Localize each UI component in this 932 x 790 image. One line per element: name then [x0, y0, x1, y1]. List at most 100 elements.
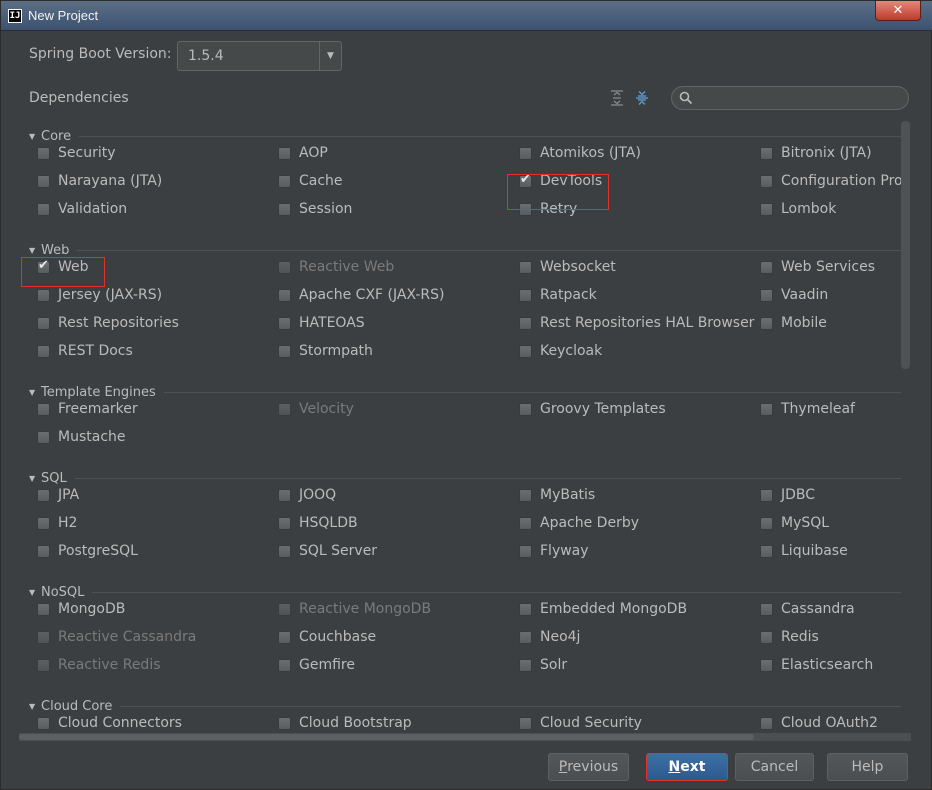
checkbox[interactable]	[278, 146, 291, 160]
checkbox[interactable]	[278, 516, 291, 530]
chevron-down-icon[interactable]: ▼	[29, 474, 41, 483]
dependency-checkbox-solr[interactable]: Solr	[519, 654, 567, 676]
chevron-down-icon[interactable]: ▼	[29, 132, 41, 141]
dependency-checkbox-elasticsearch[interactable]: Elasticsearch	[760, 654, 873, 676]
collapse-all-icon[interactable]	[634, 89, 650, 107]
dependency-checkbox-sql-server[interactable]: SQL Server	[278, 540, 377, 562]
dependency-checkbox-hateoas[interactable]: HATEOAS	[278, 312, 365, 334]
dependency-checkbox-redis[interactable]: Redis	[760, 626, 819, 648]
checkbox[interactable]	[37, 146, 50, 160]
dependency-checkbox-reactive-mongodb[interactable]: Reactive MongoDB	[278, 598, 431, 620]
dependency-checkbox-velocity[interactable]: Velocity	[278, 398, 354, 420]
dependency-checkbox-h2[interactable]: H2	[37, 512, 77, 534]
dependency-checkbox-jdbc[interactable]: JDBC	[760, 484, 815, 506]
next-button[interactable]: Next	[646, 753, 728, 781]
checkbox[interactable]	[519, 146, 532, 160]
title-bar[interactable]: IJ New Project ✕	[1, 1, 932, 31]
checkbox[interactable]	[278, 716, 291, 730]
expand-all-icon[interactable]	[609, 89, 625, 107]
checkbox[interactable]	[37, 516, 50, 530]
horizontal-scrollbar-thumb[interactable]	[19, 734, 754, 740]
checkbox[interactable]	[519, 630, 532, 644]
checkbox[interactable]	[37, 544, 50, 558]
dependency-checkbox-cassandra[interactable]: Cassandra	[760, 598, 855, 620]
dependency-checkbox-flyway[interactable]: Flyway	[519, 540, 589, 562]
vertical-scrollbar[interactable]	[901, 121, 910, 369]
dependency-checkbox-reactive-redis[interactable]: Reactive Redis	[37, 654, 161, 676]
checkbox[interactable]	[519, 516, 532, 530]
dependency-checkbox-bitronix-jta[interactable]: Bitronix (JTA)	[760, 142, 872, 164]
checkbox[interactable]	[37, 174, 50, 188]
dependency-checkbox-cloud-oauth2[interactable]: Cloud OAuth2	[760, 712, 878, 734]
checkbox[interactable]	[519, 344, 532, 358]
checkbox[interactable]	[760, 544, 773, 558]
checkbox[interactable]	[37, 202, 50, 216]
checkbox[interactable]	[278, 658, 291, 672]
chevron-down-icon[interactable]: ▼	[319, 42, 341, 70]
checkbox[interactable]	[760, 716, 773, 730]
checkbox[interactable]	[519, 602, 532, 616]
spring-boot-version-select[interactable]: 1.5.4 ▼	[177, 41, 342, 71]
checkbox[interactable]	[760, 516, 773, 530]
checkbox[interactable]	[278, 316, 291, 330]
dependency-checkbox-validation[interactable]: Validation	[37, 198, 127, 220]
checkbox[interactable]	[278, 488, 291, 502]
dependency-checkbox-vaadin[interactable]: Vaadin	[760, 284, 828, 306]
checkbox[interactable]	[519, 716, 532, 730]
checkbox[interactable]	[760, 288, 773, 302]
checkbox[interactable]	[760, 402, 773, 416]
chevron-down-icon[interactable]: ▼	[29, 702, 41, 711]
dependency-checkbox-mysql[interactable]: MySQL	[760, 512, 829, 534]
checkbox[interactable]	[519, 488, 532, 502]
dependency-checkbox-freemarker[interactable]: Freemarker	[37, 398, 138, 420]
checkbox[interactable]	[37, 288, 50, 302]
checkbox[interactable]	[760, 630, 773, 644]
chevron-down-icon[interactable]: ▼	[29, 246, 41, 255]
checkbox[interactable]	[760, 602, 773, 616]
checkbox[interactable]	[519, 260, 532, 274]
checkbox[interactable]	[760, 146, 773, 160]
checkbox[interactable]	[278, 344, 291, 358]
dependency-checkbox-hsqldb[interactable]: HSQLDB	[278, 512, 358, 534]
dependency-checkbox-apache-cxf-jax-rs[interactable]: Apache CXF (JAX-RS)	[278, 284, 445, 306]
checkbox[interactable]	[37, 402, 50, 416]
checkbox[interactable]	[278, 544, 291, 558]
dependency-checkbox-jooq[interactable]: JOOQ	[278, 484, 336, 506]
dependency-checkbox-thymeleaf[interactable]: Thymeleaf	[760, 398, 855, 420]
dependency-checkbox-cloud-bootstrap[interactable]: Cloud Bootstrap	[278, 712, 412, 734]
dependency-checkbox-rest-docs[interactable]: REST Docs	[37, 340, 133, 362]
dependency-checkbox-web-services[interactable]: Web Services	[760, 256, 875, 278]
checkbox[interactable]	[760, 658, 773, 672]
dependency-checkbox-reactive-web[interactable]: Reactive Web	[278, 256, 394, 278]
checkbox[interactable]	[760, 488, 773, 502]
dependency-checkbox-apache-derby[interactable]: Apache Derby	[519, 512, 639, 534]
dependency-checkbox-liquibase[interactable]: Liquibase	[760, 540, 848, 562]
dependency-checkbox-cloud-connectors[interactable]: Cloud Connectors	[37, 712, 182, 734]
dependency-checkbox-ratpack[interactable]: Ratpack	[519, 284, 597, 306]
checkbox[interactable]	[37, 602, 50, 616]
horizontal-scrollbar[interactable]	[19, 733, 911, 741]
dependency-checkbox-websocket[interactable]: Websocket	[519, 256, 616, 278]
checkbox[interactable]	[278, 402, 291, 416]
dependency-checkbox-rest-repositories-hal-browser[interactable]: Rest Repositories HAL Browser	[519, 312, 754, 334]
checkbox[interactable]	[519, 544, 532, 558]
dependency-checkbox-security[interactable]: Security	[37, 142, 116, 164]
checkbox[interactable]	[519, 402, 532, 416]
chevron-down-icon[interactable]: ▼	[29, 388, 41, 397]
dependency-checkbox-reactive-cassandra[interactable]: Reactive Cassandra	[37, 626, 196, 648]
dependency-checkbox-cloud-security[interactable]: Cloud Security	[519, 712, 642, 734]
checkbox[interactable]	[278, 288, 291, 302]
checkbox[interactable]	[278, 260, 291, 274]
dependency-checkbox-groovy-templates[interactable]: Groovy Templates	[519, 398, 666, 420]
dependency-checkbox-jpa[interactable]: JPA	[37, 484, 79, 506]
checkbox[interactable]	[519, 658, 532, 672]
checkbox[interactable]	[278, 174, 291, 188]
dependency-checkbox-cache[interactable]: Cache	[278, 170, 343, 192]
dependency-checkbox-mongodb[interactable]: MongoDB	[37, 598, 125, 620]
dependency-checkbox-gemfire[interactable]: Gemfire	[278, 654, 355, 676]
dependency-checkbox-configuration-processor[interactable]: Configuration Processor	[760, 170, 911, 192]
previous-button[interactable]: Previous	[548, 753, 629, 781]
dependency-checkbox-embedded-mongodb[interactable]: Embedded MongoDB	[519, 598, 687, 620]
checkbox[interactable]	[760, 202, 773, 216]
checkbox[interactable]	[37, 316, 50, 330]
